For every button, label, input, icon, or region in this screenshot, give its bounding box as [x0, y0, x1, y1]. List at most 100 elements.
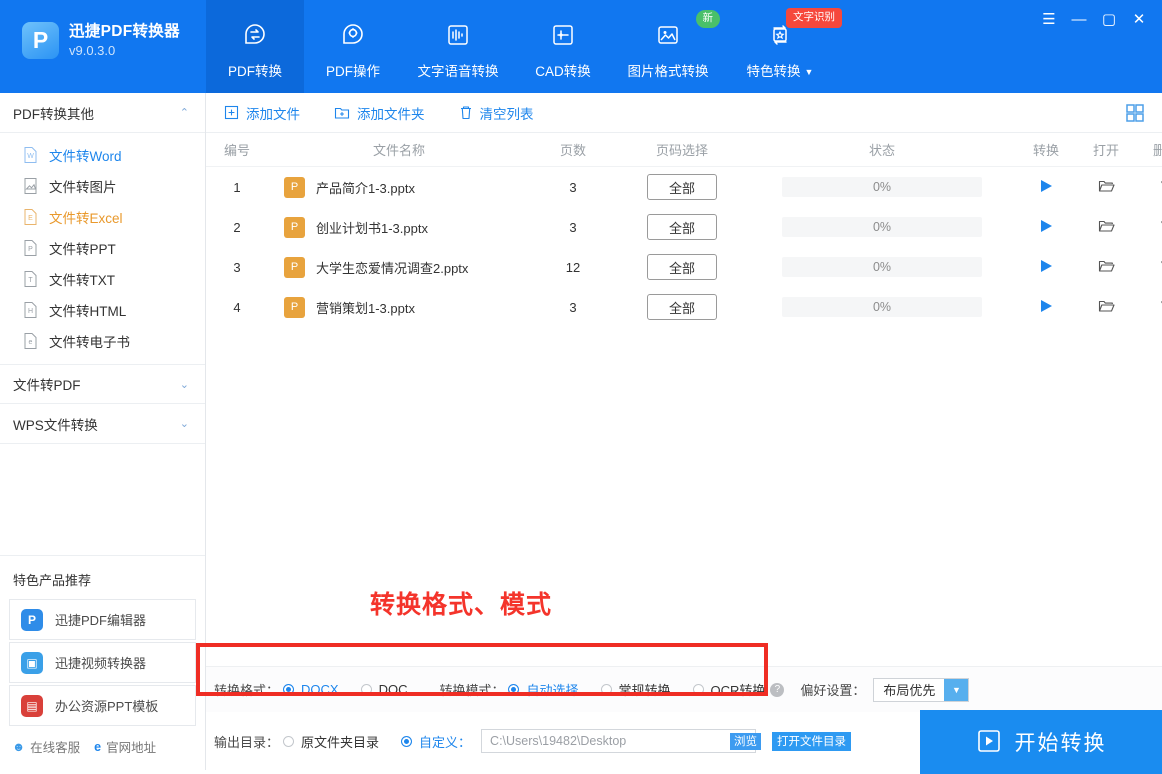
radio-custom-folder[interactable]: 自定义： [401, 732, 471, 751]
status-progress: 0% [782, 177, 982, 197]
close-button[interactable]: ✕ [1124, 4, 1154, 34]
tab-pdf-convert[interactable]: PDF转换 [206, 0, 304, 93]
tab-pdf-operations[interactable]: PDF操作 [304, 0, 402, 93]
sidebar-item-label: 文件转Excel [49, 207, 123, 227]
open-folder-button[interactable]: 打开文件目录 [772, 732, 851, 751]
menu-button[interactable]: ☰ [1034, 4, 1064, 34]
folder-icon[interactable] [1098, 298, 1115, 314]
help-icon[interactable]: ? [770, 683, 784, 697]
maximize-button[interactable]: ▢ [1094, 4, 1124, 34]
col-header-delete: 删除 [1136, 140, 1162, 159]
row-filename: 产品简介1-3.pptx [316, 178, 415, 197]
cad-icon [549, 18, 577, 52]
sidebar-group-label: PDF转换其他 [13, 103, 94, 123]
sidebar-item-to-txt[interactable]: T 文件转TXT [0, 263, 205, 294]
path-controls: 浏览 打开文件目录 [481, 729, 851, 753]
doc-image-icon [22, 177, 39, 195]
sidebar-group-pdf-to-other[interactable]: PDF转换其他 ⌃ [0, 93, 205, 133]
row-delete-cell [1136, 298, 1162, 317]
sidebar-item-to-word[interactable]: W 文件转Word [0, 139, 205, 170]
promo-video-converter[interactable]: ▣ 迅捷视频转换器 [9, 642, 196, 683]
format-label: 转换格式： [214, 680, 279, 699]
col-header-no: 编号 [206, 140, 268, 159]
clear-list-button[interactable]: 清空列表 [459, 103, 534, 123]
link-label: 官网地址 [106, 737, 156, 756]
tab-label: CAD转换 [535, 60, 591, 80]
table-row[interactable]: 1 P 产品简介1-3.pptx 3 全部 0% [206, 167, 1162, 207]
row-status-cell: 0% [748, 257, 1016, 277]
browser-icon: e [94, 740, 101, 754]
play-icon[interactable] [1038, 298, 1054, 314]
radio-doc[interactable]: DOC [361, 682, 408, 697]
radio-original-folder[interactable]: 原文件夹目录 [283, 732, 379, 751]
page-select-button[interactable]: 全部 [647, 294, 717, 320]
folder-icon[interactable] [1098, 258, 1115, 274]
convert-arrows-icon [241, 18, 269, 52]
radio-label: 自动选择 [526, 680, 578, 699]
ocr-badge: 文字识别 [786, 8, 842, 28]
preference-select[interactable]: 布局优先 ▼ [873, 678, 969, 702]
ppt-file-icon: P [284, 217, 305, 238]
promo-ppt-template[interactable]: ▤ 办公资源PPT模板 [9, 685, 196, 726]
output-path-input[interactable] [481, 729, 756, 753]
sidebar-item-to-excel[interactable]: E 文件转Excel [0, 201, 205, 232]
table-row[interactable]: 3 P 大学生恋爱情况调查2.pptx 12 全部 0% [206, 247, 1162, 287]
trash-icon[interactable] [1159, 258, 1162, 274]
sidebar-group-wps[interactable]: WPS文件转换 ⌄ [0, 404, 205, 444]
trash-icon[interactable] [1159, 298, 1162, 314]
trash-icon[interactable] [1159, 178, 1162, 194]
waveform-icon [444, 18, 472, 52]
link-customer-service[interactable]: ☻ 在线客服 [12, 737, 80, 756]
svg-text:H: H [28, 308, 33, 315]
table-row[interactable]: 2 P 创业计划书1-3.pptx 3 全部 0% [206, 207, 1162, 247]
sidebar-item-to-ppt[interactable]: P 文件转PPT [0, 232, 205, 263]
row-page-select-cell: 全部 [616, 214, 748, 240]
radio-auto-select[interactable]: 自动选择 [508, 680, 578, 699]
output-label: 输出目录： [214, 732, 279, 751]
video-converter-icon: ▣ [21, 652, 43, 674]
status-progress: 0% [782, 297, 982, 317]
tab-label: PDF转换 [228, 60, 282, 80]
play-icon[interactable] [1038, 258, 1054, 274]
page-select-button[interactable]: 全部 [647, 214, 717, 240]
page-select-button[interactable]: 全部 [647, 254, 717, 280]
sidebar-item-to-ebook[interactable]: e 文件转电子书 [0, 325, 205, 356]
window-controls: ☰ — ▢ ✕ [1034, 0, 1162, 38]
page-select-button[interactable]: 全部 [647, 174, 717, 200]
tab-featured-convert[interactable]: 文字识别 特色转换▼ [724, 0, 836, 93]
sidebar-item-to-image[interactable]: 文件转图片 [0, 170, 205, 201]
sidebar-group-to-pdf[interactable]: 文件转PDF ⌄ [0, 364, 205, 404]
play-icon[interactable] [1038, 218, 1054, 234]
row-convert-cell [1016, 258, 1076, 277]
tab-cad-convert[interactable]: CAD转换 [514, 0, 612, 93]
main-panel: 添加文件 添加文件夹 清空列表 [206, 93, 1162, 770]
tab-image-format-convert[interactable]: 新 图片格式转换 [612, 0, 724, 93]
promo-pdf-editor[interactable]: P 迅捷PDF编辑器 [9, 599, 196, 640]
sidebar-item-to-html[interactable]: H 文件转HTML [0, 294, 205, 325]
tab-text-speech[interactable]: 文字语音转换 [402, 0, 514, 93]
browse-button[interactable]: 浏览 [730, 733, 761, 750]
promo-label: 办公资源PPT模板 [55, 696, 158, 715]
folder-icon[interactable] [1098, 178, 1115, 194]
radio-ocr-convert[interactable]: OCR转换 [693, 680, 766, 699]
svg-text:T: T [28, 277, 33, 284]
radio-docx[interactable]: DOCX [283, 682, 339, 697]
chevron-down-icon[interactable]: ▼ [944, 679, 968, 701]
minimize-button[interactable]: — [1064, 4, 1094, 34]
tab-label: 文字语音转换 [418, 60, 499, 80]
folder-icon[interactable] [1098, 218, 1115, 234]
radio-normal-convert[interactable]: 常规转换 [601, 680, 671, 699]
row-pages: 3 [530, 220, 616, 235]
start-convert-button[interactable]: 开始转换 [920, 710, 1162, 774]
application-window: P 迅捷PDF转换器 v9.0.3.0 PDF转换 [0, 0, 1162, 770]
play-icon[interactable] [1038, 178, 1054, 194]
svg-text:e: e [29, 339, 33, 346]
sidebar-item-label: 文件转PPT [49, 238, 116, 258]
link-official-site[interactable]: e 官网地址 [94, 737, 156, 756]
table-row[interactable]: 4 P 营销策划1-3.pptx 3 全部 0% [206, 287, 1162, 327]
grid-view-icon[interactable] [1122, 100, 1148, 126]
add-file-button[interactable]: 添加文件 [224, 103, 300, 123]
add-folder-button[interactable]: 添加文件夹 [334, 103, 425, 123]
trash-icon[interactable] [1159, 218, 1162, 234]
chevron-down-icon: ▼ [805, 67, 814, 77]
